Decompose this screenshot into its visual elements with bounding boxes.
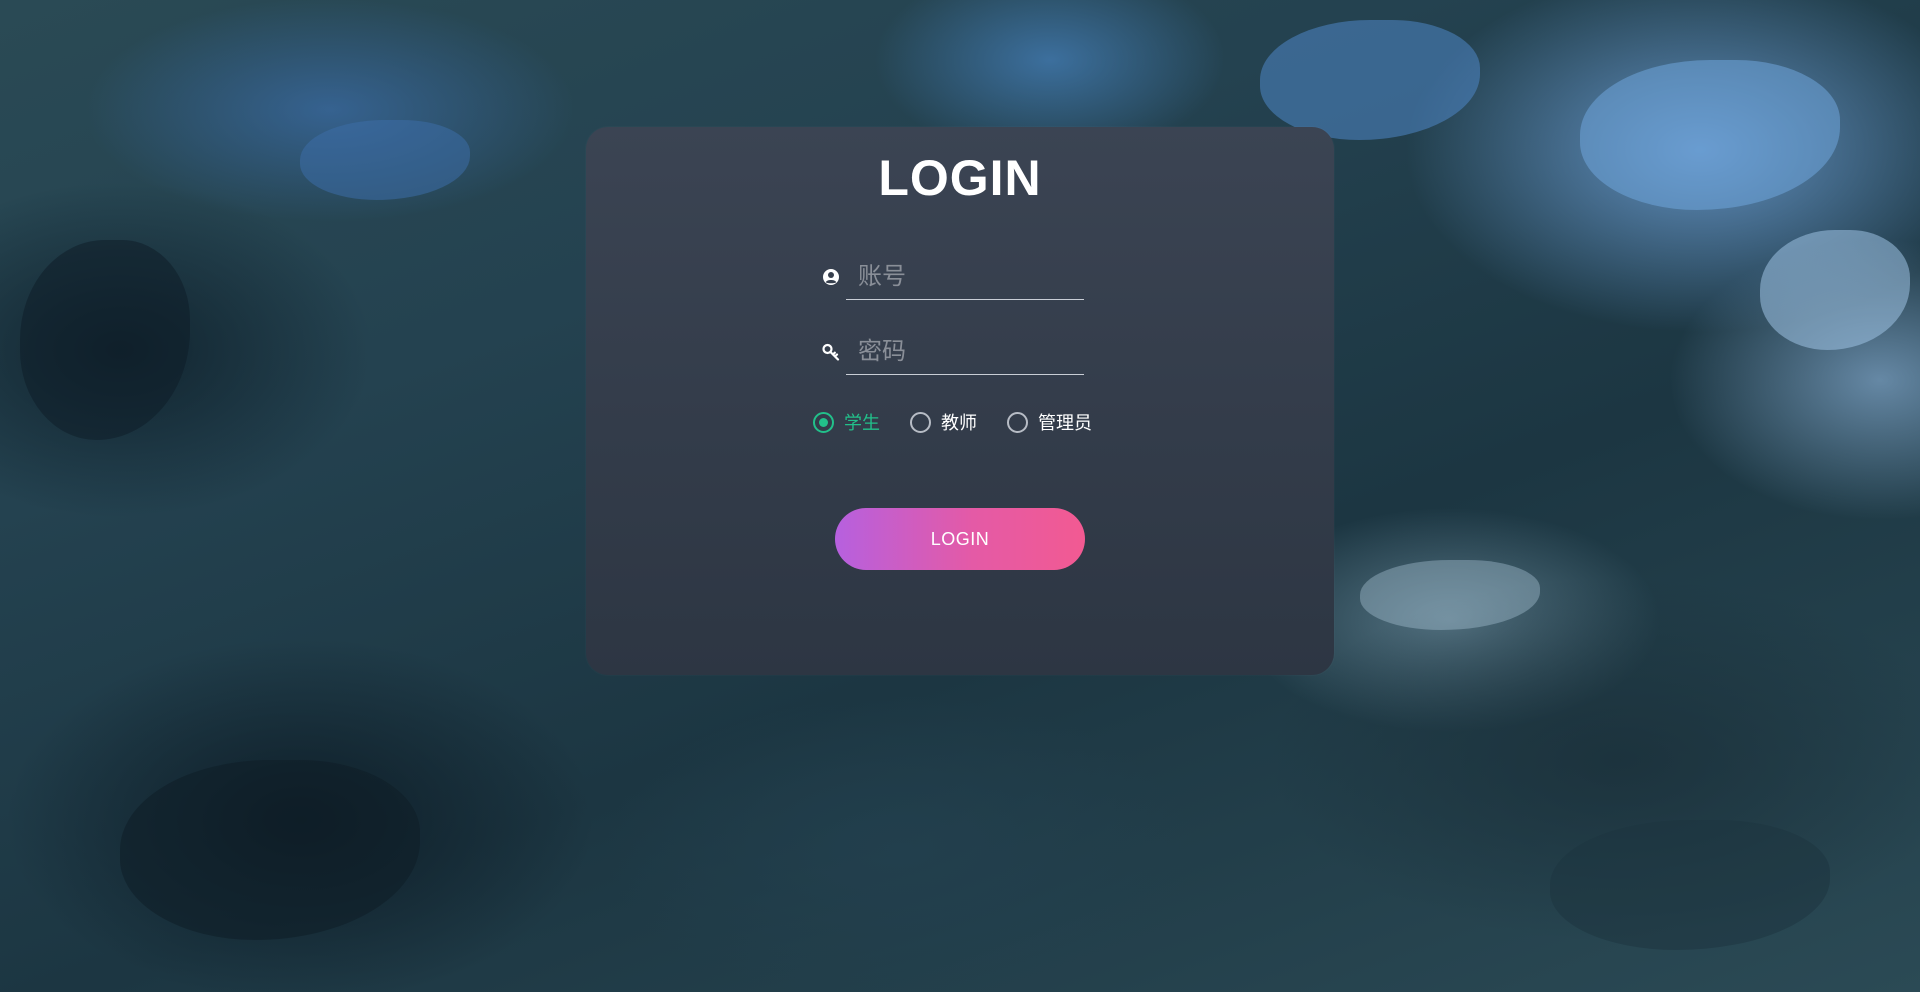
role-selector: 学生 教师 管理员: [813, 408, 1122, 436]
role-option-admin[interactable]: 管理员: [1007, 409, 1092, 435]
role-label-student: 学生: [844, 413, 880, 434]
radio-admin[interactable]: [1007, 411, 1028, 433]
background-leaf: [20, 240, 190, 440]
background-leaf: [1260, 20, 1480, 140]
login-title: LOGIN: [878, 150, 1042, 206]
background-leaf: [1760, 230, 1910, 350]
user-circle-icon: [822, 268, 840, 286]
radio-teacher[interactable]: [910, 411, 931, 433]
login-card: LOGIN 学生 教师: [586, 127, 1334, 675]
radio-student[interactable]: [813, 411, 834, 433]
key-icon: [822, 343, 840, 361]
background-leaf: [1580, 60, 1840, 210]
role-label-admin: 管理员: [1038, 413, 1092, 434]
background-leaf: [1360, 560, 1540, 630]
background-leaf: [120, 760, 420, 940]
role-option-teacher[interactable]: 教师: [910, 409, 977, 435]
role-label-teacher: 教师: [941, 413, 977, 434]
password-field: [822, 329, 1084, 375]
username-field: [822, 254, 1084, 300]
username-input[interactable]: [846, 254, 1084, 298]
login-button[interactable]: LOGIN: [835, 508, 1085, 570]
password-input[interactable]: [846, 329, 1084, 373]
username-underline: [846, 299, 1084, 300]
background-leaf: [1550, 820, 1830, 950]
background-leaf: [300, 120, 470, 200]
role-option-student[interactable]: 学生: [813, 409, 880, 435]
password-underline: [846, 374, 1084, 375]
